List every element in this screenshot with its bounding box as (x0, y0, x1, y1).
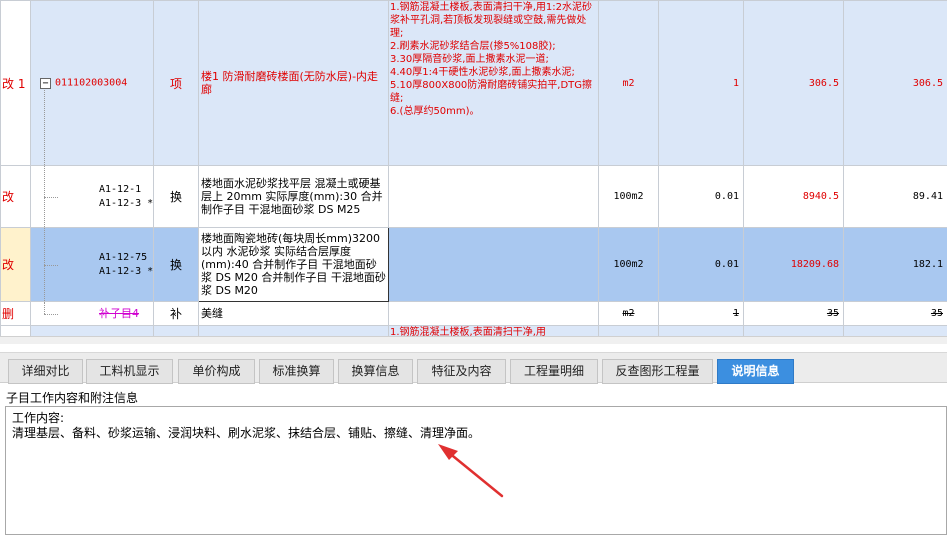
feature-text: 1.钢筋混凝土楼板,表面清扫干净,用1:2水泥砂浆补平孔洞,若顶板发现裂缝或空鼓… (390, 2, 593, 117)
code-cell[interactable]: A1-12-1 + A1-12-3 * 2 (30, 165, 154, 228)
unit-cell[interactable]: m2 (598, 0, 659, 166)
total-price-cell[interactable]: 182.1 (843, 227, 947, 302)
row-number: 1 (17, 76, 26, 91)
unit-price-cell[interactable]: 8940.5 (743, 165, 844, 228)
name-cell[interactable]: 美缝 (198, 301, 389, 326)
row-status: 删 (0, 301, 31, 326)
type-cell[interactable]: 补 (153, 301, 199, 326)
total-price-cell[interactable]: 306.5 (843, 0, 947, 166)
quantity-cell[interactable]: 0.01 (658, 227, 744, 302)
feature-cell[interactable]: 1.钢筋混凝土楼板,表面清扫干净,用1:2水泥砂浆补平孔洞,若顶板发现裂缝或空鼓… (388, 0, 599, 166)
info-section-label: 子目工作内容和附注信息 (6, 391, 139, 405)
type-cell[interactable]: 换 (153, 227, 199, 302)
feature-cell[interactable] (388, 227, 599, 302)
row-status: 改 1 (0, 0, 31, 166)
unit-price-cell[interactable]: 35 (743, 301, 844, 326)
tab-detail-compare[interactable]: 详细对比 (8, 359, 83, 384)
name-cell[interactable]: 楼1 防滑耐磨砖楼面(无防水层)-内走廊 (198, 0, 389, 166)
work-content-textarea[interactable]: 工作内容: 清理基层、备料、砂浆运输、浸润块料、刷水泥浆、抹结合层、铺贴、擦缝、… (5, 406, 947, 535)
table-row-deleted[interactable]: 删 补子目4 补 美缝 m2 1 35 35 (0, 301, 947, 326)
code-cell[interactable]: A1-12-75 + A1-12-3 * 4 (30, 227, 154, 302)
table-row[interactable]: 改 A1-12-1 + A1-12-3 * 2 换 楼地面水泥砂浆找平层 混凝土… (0, 165, 947, 228)
collapse-icon[interactable]: − (40, 78, 51, 89)
tree-branch (44, 313, 58, 315)
feature-cell[interactable] (388, 301, 599, 326)
code-cell[interactable]: 补子目4 (30, 301, 154, 326)
horizontal-scrollbar[interactable] (0, 336, 947, 344)
unit-cell[interactable]: m2 (598, 301, 659, 326)
bill-table: 改 1 − 011102003004 项 楼1 防滑耐磨砖楼面(无防水层)-内走… (0, 0, 947, 344)
type-cell[interactable]: 项 (153, 0, 199, 166)
tab-quantity-detail[interactable]: 工程量明细 (510, 359, 598, 384)
bottom-tab-bar: 详细对比 工料机显示 单价构成 标准换算 换算信息 特征及内容 工程量明细 反查… (0, 352, 947, 384)
unit-cell[interactable]: 100m2 (598, 227, 659, 302)
table-row-selected[interactable]: 改 A1-12-75 + A1-12-3 * 4 换 楼地面陶瓷地砖(每块周长m… (0, 227, 947, 302)
quota-code: A1-12-1 + A1-12-3 * 2 (99, 183, 154, 209)
tree-line (44, 302, 45, 314)
bill-code: 011102003004 (55, 77, 128, 89)
tab-standard-conversion[interactable]: 标准换算 (259, 359, 334, 384)
tab-description-info[interactable]: 说明信息 (717, 359, 794, 384)
unit-price-cell[interactable]: 18209.68 (743, 227, 844, 302)
quantity-cell[interactable]: 1 (658, 0, 744, 166)
quantity-cell[interactable]: 0.01 (658, 165, 744, 228)
tab-unit-price-composition[interactable]: 单价构成 (178, 359, 255, 384)
work-content-text: 清理基层、备料、砂浆运输、浸润块料、刷水泥浆、抹结合层、铺贴、擦缝、清理净面。 (12, 426, 481, 440)
bill-grid[interactable]: 改 1 − 011102003004 项 楼1 防滑耐磨砖楼面(无防水层)-内走… (0, 0, 947, 344)
work-content-heading: 工作内容: (12, 411, 65, 425)
tab-features-content[interactable]: 特征及内容 (417, 359, 506, 384)
quantity-cell[interactable]: 1 (658, 301, 744, 326)
tab-reverse-graphic-quantity[interactable]: 反查图形工程量 (602, 359, 713, 384)
unit-price-cell[interactable]: 306.5 (743, 0, 844, 166)
quota-code: A1-12-75 + A1-12-3 * 4 (99, 251, 154, 277)
tree-branch (44, 196, 58, 198)
table-row[interactable]: 改 1 − 011102003004 项 楼1 防滑耐磨砖楼面(无防水层)-内走… (0, 0, 947, 166)
name-cell[interactable]: 楼地面水泥砂浆找平层 混凝土或硬基层上 20mm 实际厚度(mm):30 合并制… (198, 165, 389, 228)
quota-code: 补子目4 (99, 306, 139, 320)
tree-line (44, 83, 45, 165)
type-cell[interactable]: 换 (153, 165, 199, 228)
tab-labor-material-machine[interactable]: 工料机显示 (86, 359, 173, 384)
tree-branch (44, 264, 58, 266)
unit-cell[interactable]: 100m2 (598, 165, 659, 228)
row-status: 改 (0, 165, 31, 228)
row-status: 改 (0, 227, 31, 302)
feature-cell[interactable] (388, 165, 599, 228)
total-price-cell[interactable]: 89.41 (843, 165, 947, 228)
total-price-cell[interactable]: 35 (843, 301, 947, 326)
name-cell[interactable]: 楼地面陶瓷地砖(每块周长mm)3200以内 水泥砂浆 实际结合层厚度(mm):4… (198, 227, 389, 302)
code-cell[interactable]: − 011102003004 (30, 0, 154, 166)
tab-conversion-info[interactable]: 换算信息 (338, 359, 413, 384)
